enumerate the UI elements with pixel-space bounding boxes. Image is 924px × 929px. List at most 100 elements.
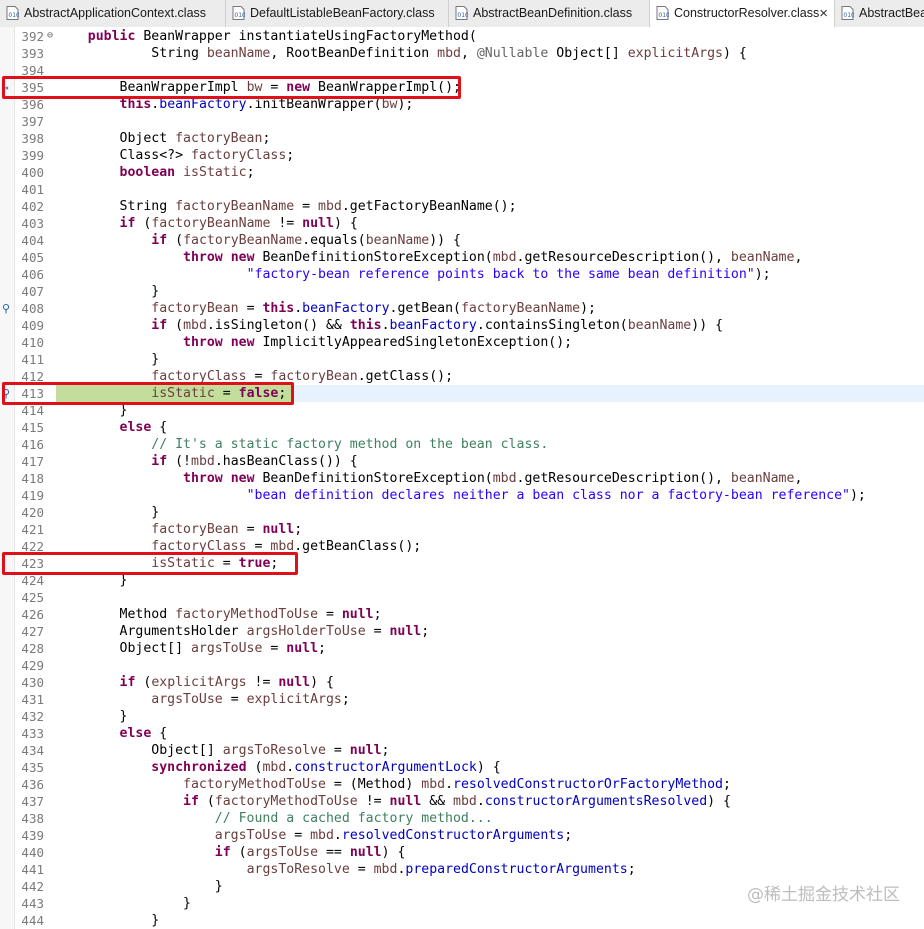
close-icon[interactable]: × (819, 0, 828, 27)
code-line[interactable]: 427 ArgumentsHolder argsHolderToUse = nu… (0, 623, 924, 640)
line-number: 436 (21, 777, 44, 792)
code-text: argsToResolve = mbd.preparedConstructorA… (246, 862, 636, 877)
code-line[interactable]: 437 if (factoryMethodToUse != null && mb… (0, 793, 924, 810)
code-text: public BeanWrapper instantiateUsingFacto… (87, 29, 477, 44)
code-line[interactable]: 436 factoryMethodToUse = (Method) mbd.re… (0, 776, 924, 793)
code-text: throw new ImplicitlyAppearedSingletonExc… (183, 335, 573, 350)
code-text: String factoryBeanName = mbd.getFactoryB… (56, 199, 517, 214)
code-line[interactable]: 393 String beanName, RootBeanDefinition … (0, 45, 924, 62)
code-line[interactable]: 398 Object factoryBean; (0, 130, 924, 147)
code-line[interactable]: 401 (0, 181, 924, 198)
code-line[interactable]: 407 } (0, 283, 924, 300)
line-number: 409 (21, 318, 44, 333)
code-text: factoryBean = this.beanFactory.getBean(f… (151, 301, 596, 316)
line-number: 407 (21, 284, 44, 299)
tab-abstractbea[interactable]: 010 AbstractBea (835, 0, 924, 27)
code-line[interactable]: 428 Object[] argsToUse = null; (0, 640, 924, 657)
code-line[interactable]: 400 boolean isStatic; (0, 164, 924, 181)
code-editor[interactable]: 392 ⊖ public BeanWrapper instantiateUsing… (0, 27, 924, 929)
code-line[interactable]: 392 ⊖ public BeanWrapper instantiateUsing… (0, 28, 924, 45)
code-text: if (factoryMethodToUse != null && mbd.co… (183, 794, 731, 809)
line-number: 419 (21, 488, 44, 503)
line-number: 428 (21, 641, 44, 656)
code-line[interactable]: 404 if (factoryBeanName.equals(beanName)… (0, 232, 924, 249)
code-line[interactable]: 440 if (argsToUse == null) { (0, 844, 924, 861)
code-line[interactable]: 415 else { (0, 419, 924, 436)
line-number: 439 (21, 828, 44, 843)
line-number: 441 (21, 862, 44, 877)
line-number: 421 (21, 522, 44, 537)
code-text: } (56, 284, 160, 299)
code-line[interactable]: 432 } (0, 708, 924, 725)
code-text: // Found a cached factory method... (214, 811, 493, 826)
line-number: 420 (21, 505, 44, 520)
code-line[interactable]: 417 if (!mbd.hasBeanClass()) { (0, 453, 924, 470)
line-number: 443 (21, 896, 44, 911)
line-number: 405 (21, 250, 44, 265)
tab-defaultlistablebeanfactory[interactable]: 010 DefaultListableBeanFactory.class (226, 0, 449, 27)
line-number: 401 (21, 182, 44, 197)
code-line[interactable]: 435 synchronized (mbd.constructorArgumen… (0, 759, 924, 776)
fold-toggle-icon[interactable]: ⊖ (47, 31, 53, 41)
code-line[interactable]: 430 if (explicitArgs != null) { (0, 674, 924, 691)
code-line[interactable]: 409 if (mbd.isSingleton() && this.beanFa… (0, 317, 924, 334)
line-number: 402 (21, 199, 44, 214)
code-line[interactable]: 399 Class<?> factoryClass; (0, 147, 924, 164)
line-number: 393 (21, 46, 44, 61)
line-number: 411 (21, 352, 44, 367)
code-text: ArgumentsHolder argsHolderToUse = null; (56, 624, 430, 639)
code-line[interactable]: 431 argsToUse = explicitArgs; (0, 691, 924, 708)
line-number: 426 (21, 607, 44, 622)
line-number: 417 (21, 454, 44, 469)
tab-abstractbeandefinition[interactable]: 010 AbstractBeanDefinition.class (449, 0, 650, 27)
code-line[interactable]: 418 throw new BeanDefinitionStoreExcepti… (0, 470, 924, 487)
code-line[interactable]: 438 // Found a cached factory method... (0, 810, 924, 827)
code-line[interactable]: 429 (0, 657, 924, 674)
code-line[interactable]: 406 "factory-bean reference points back … (0, 266, 924, 283)
code-line[interactable]: 402 String factoryBeanName = mbd.getFact… (0, 198, 924, 215)
code-line[interactable]: 444 } (0, 912, 924, 929)
tab-constructorresolver[interactable]: 010 ConstructorResolver.class × (650, 0, 835, 27)
line-number: 430 (21, 675, 44, 690)
code-text: if (factoryBeanName.equals(beanName)) { (151, 233, 461, 248)
code-line[interactable]: 426 Method factoryMethodToUse = null; (0, 606, 924, 623)
breakpoint-icon[interactable]: ⚲ (2, 300, 10, 317)
code-text: if (factoryBeanName != null) { (119, 216, 358, 231)
code-line[interactable]: 416 // It's a static factory method on t… (0, 436, 924, 453)
code-line[interactable]: 419 "bean definition declares neither a … (0, 487, 924, 504)
code-line[interactable]: 403 if (factoryBeanName != null) { (0, 215, 924, 232)
code-line[interactable]: 410 throw new ImplicitlyAppearedSingleto… (0, 334, 924, 351)
line-number: 398 (21, 131, 44, 146)
tab-abstractapplicationcontext[interactable]: 010 AbstractApplicationContext.class (0, 0, 226, 27)
line-number: 444 (21, 913, 44, 928)
svg-text:010: 010 (234, 12, 245, 19)
line-number: 435 (21, 760, 44, 775)
line-number: 406 (21, 267, 44, 282)
code-text: } (56, 352, 160, 367)
code-line[interactable]: 421 factoryBean = null; (0, 521, 924, 538)
code-line[interactable]: 441 argsToResolve = mbd.preparedConstruc… (0, 861, 924, 878)
code-line[interactable]: 434 Object[] argsToResolve = null; (0, 742, 924, 759)
line-number: 425 (21, 590, 44, 605)
svg-text:010: 010 (8, 12, 19, 19)
line-number: 404 (21, 233, 44, 248)
code-text: "factory-bean reference points back to t… (246, 267, 771, 282)
code-line[interactable]: 425 (0, 589, 924, 606)
code-line[interactable]: 411 } (0, 351, 924, 368)
code-text: Object factoryBean; (56, 131, 271, 146)
code-text: throw new BeanDefinitionStoreException(m… (183, 250, 803, 265)
code-text: } (56, 709, 128, 724)
code-line[interactable]: 397 (0, 113, 924, 130)
code-line[interactable]: 439 argsToUse = mbd.resolvedConstructorA… (0, 827, 924, 844)
svg-text:010: 010 (457, 12, 468, 19)
annotation-box-line-423 (2, 552, 298, 575)
line-number: 438 (21, 811, 44, 826)
code-line[interactable]: 433 else { (0, 725, 924, 742)
code-line[interactable]: 405 throw new BeanDefinitionStoreExcepti… (0, 249, 924, 266)
line-number: 403 (21, 216, 44, 231)
code-line[interactable]: ⚲ 408 factoryBean = this.beanFactory.getB… (0, 300, 924, 317)
class-file-icon: 010 (232, 6, 245, 20)
code-line[interactable]: 420 } (0, 504, 924, 521)
line-number: 433 (21, 726, 44, 741)
code-text: argsToUse = explicitArgs; (151, 692, 350, 707)
